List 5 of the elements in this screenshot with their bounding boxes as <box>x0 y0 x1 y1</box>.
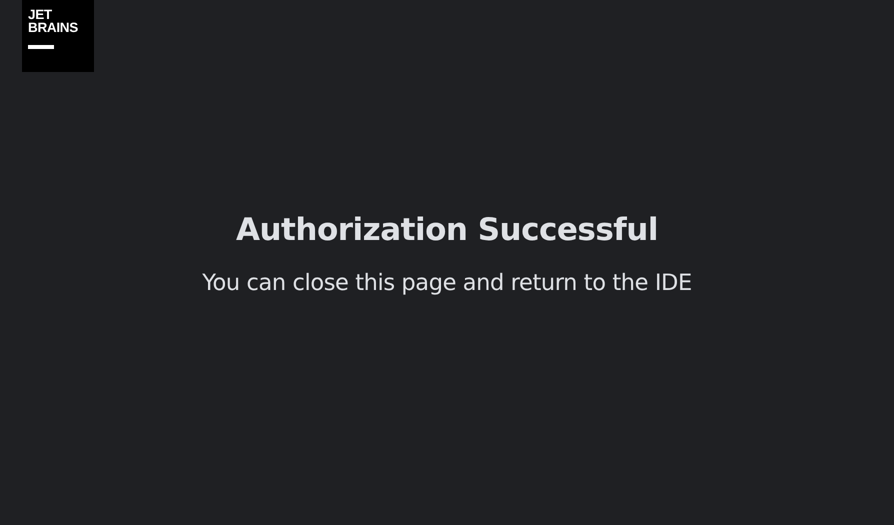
page-title: Authorization Successful <box>236 212 658 248</box>
logo-text: BRAINS <box>28 21 79 34</box>
logo-bar <box>28 45 54 49</box>
logo-text: JET <box>28 8 53 21</box>
message-text: You can close this page and return to the IDE <box>202 270 692 296</box>
